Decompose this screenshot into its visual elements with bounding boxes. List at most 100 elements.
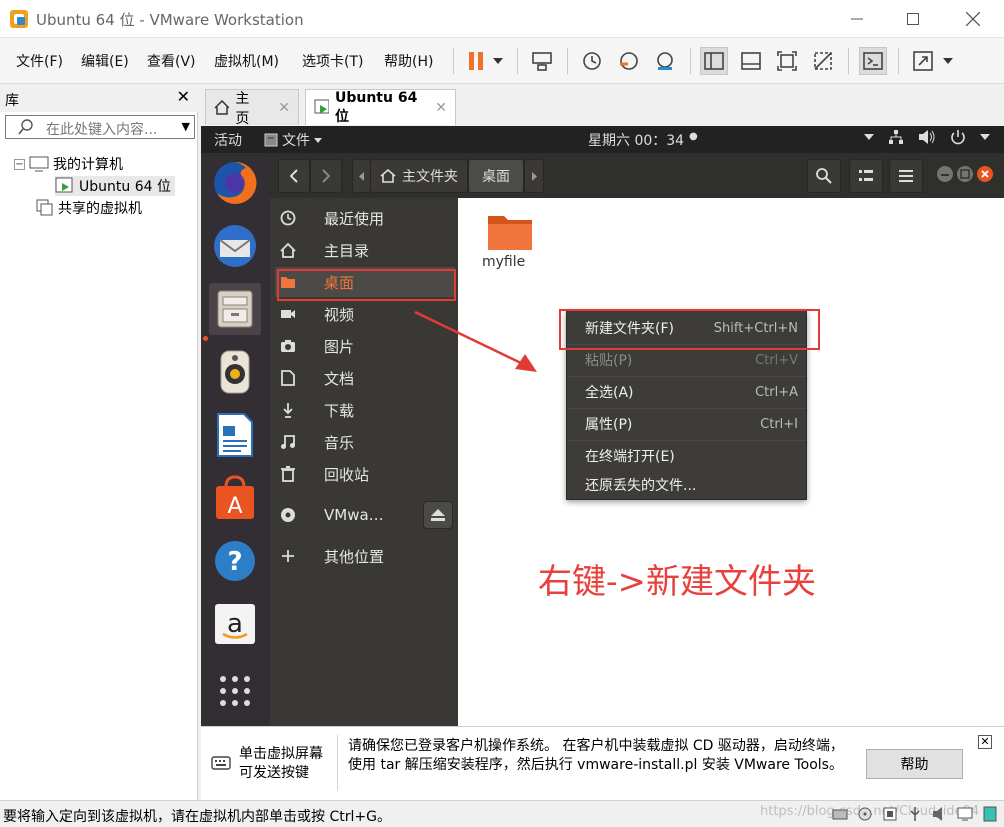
eject-button[interactable] — [423, 501, 453, 529]
message-log-icon[interactable] — [982, 806, 998, 822]
tree-item-ubuntu-vm[interactable]: Ubuntu 64 位 — [55, 176, 175, 196]
menu-view[interactable]: 查看(V) — [147, 51, 196, 71]
context-select-all[interactable]: 全选(A) Ctrl+A — [567, 377, 806, 407]
show-library-button[interactable] — [700, 47, 728, 75]
context-properties[interactable]: 属性(P) Ctrl+I — [567, 409, 806, 439]
dock-libreoffice-writer[interactable] — [209, 409, 261, 461]
minimize-icon[interactable] — [936, 165, 954, 183]
revert-snapshot-button[interactable] — [615, 47, 643, 75]
highlight-new-folder-box — [559, 309, 820, 350]
dock-files[interactable] — [209, 283, 261, 335]
unity-mode-button[interactable] — [809, 47, 837, 75]
full-screen-button[interactable] — [773, 47, 801, 75]
tree-item-shared-vms[interactable]: 共享的虚拟机 — [36, 198, 142, 218]
path-scroll-right[interactable] — [524, 159, 544, 193]
sound-icon[interactable] — [932, 806, 948, 822]
path-scroll-left[interactable] — [352, 159, 370, 193]
back-button[interactable] — [278, 159, 310, 193]
network-adapter-icon[interactable] — [882, 806, 898, 822]
dock-show-applications[interactable] — [209, 665, 261, 717]
menu-file[interactable]: 文件(F) — [16, 51, 63, 71]
library-close-icon[interactable]: ✕ — [177, 87, 190, 106]
tab-close-icon[interactable]: ✕ — [278, 100, 290, 116]
sidebar-item-music[interactable]: 音乐 — [275, 427, 455, 457]
sidebar-item-home[interactable]: 主目录 — [275, 235, 455, 265]
device-status-icons[interactable] — [832, 806, 998, 822]
library-header: 库 ✕ — [0, 84, 198, 112]
dock-firefox[interactable] — [209, 157, 261, 209]
context-open-terminal[interactable]: 在终端打开(E) — [567, 441, 806, 471]
maximize-icon[interactable] — [956, 165, 974, 183]
dock-software-center[interactable]: A — [209, 472, 261, 524]
menu-help[interactable]: 帮助(H) — [384, 51, 433, 71]
menu-edit[interactable]: 编辑(E) — [81, 51, 129, 71]
close-button[interactable] — [950, 0, 996, 38]
vm-display[interactable]: 活动 文件 星期六 00：34 ● A ? a 主文件夹 桌面 最近使用 主目录… — [201, 126, 1004, 726]
thumbnail-bar-button[interactable] — [737, 47, 765, 75]
collapse-toggle[interactable]: − — [14, 158, 25, 170]
close-icon — [966, 12, 980, 26]
chevron-down-icon — [493, 58, 503, 64]
console-view-button[interactable] — [859, 47, 887, 75]
gnome-top-bar: 活动 文件 星期六 00：34 ● — [201, 126, 1004, 153]
pause-button[interactable] — [462, 47, 490, 75]
menu-vm[interactable]: 虚拟机(M) — [214, 51, 279, 71]
stretch-guest-button[interactable] — [909, 47, 937, 75]
help-button[interactable]: 帮助 — [866, 749, 963, 779]
sidebar-item-trash[interactable]: 回收站 — [275, 459, 455, 489]
power-dropdown-button[interactable] — [488, 47, 508, 75]
search-icon — [816, 168, 832, 184]
library-layout-icon — [704, 52, 724, 70]
highlight-desktop-box — [277, 269, 456, 301]
file-manager-header: 主文件夹 桌面 — [270, 153, 1004, 198]
activities-button[interactable]: 活动 — [214, 130, 242, 150]
dock-rhythmbox[interactable] — [209, 346, 261, 398]
sidebar-item-downloads[interactable]: 下载 — [275, 395, 455, 425]
unity-mode-icon — [814, 52, 832, 70]
hard-disk-icon[interactable] — [832, 806, 848, 822]
sidebar-item-recent[interactable]: 最近使用 — [275, 203, 455, 233]
status-text: 要将输入定向到该虚拟机，请在虚拟机内部单击或按 Ctrl+G。 — [3, 809, 391, 825]
sidebar-item-other-locations[interactable]: 其他位置 — [275, 541, 455, 571]
library-search-input[interactable]: 在此处键入内容... ▼ — [5, 115, 195, 139]
close-icon[interactable] — [976, 165, 994, 183]
tab-ubuntu-vm[interactable]: Ubuntu 64 位 ✕ — [305, 89, 456, 125]
dock-thunderbird[interactable] — [209, 220, 261, 272]
tab-home[interactable]: 主页 ✕ — [205, 89, 299, 127]
tree-item-my-computer[interactable]: − 我的计算机 — [14, 154, 123, 174]
download-icon — [283, 403, 293, 418]
forward-button[interactable] — [310, 159, 342, 193]
snapshot-button[interactable] — [578, 47, 606, 75]
dock-help[interactable]: ? — [209, 535, 261, 587]
tree-label: 共享的虚拟机 — [58, 201, 142, 217]
hamburger-menu-button[interactable] — [889, 159, 923, 193]
usb-icon[interactable] — [907, 806, 923, 822]
maximize-button[interactable] — [890, 0, 936, 38]
cd-drive-icon[interactable] — [857, 806, 873, 822]
close-notification-icon[interactable]: ✕ — [978, 735, 992, 749]
menu-item-shortcut: Ctrl+I — [760, 416, 798, 432]
home-icon — [380, 169, 396, 183]
disc-icon — [281, 508, 295, 522]
minimize-button[interactable] — [834, 0, 880, 38]
clock[interactable]: 星期六 00：34 — [588, 130, 684, 150]
path-home-button[interactable]: 主文件夹 — [370, 159, 468, 193]
view-toggle-button[interactable] — [849, 159, 883, 193]
stretch-dropdown-button[interactable] — [938, 47, 958, 75]
sidebar-item-label: 回收站 — [324, 465, 370, 484]
document-icon — [281, 370, 295, 386]
context-restore-missing[interactable]: 还原丢失的文件... — [567, 470, 806, 500]
send-ctrl-alt-del-button[interactable] — [528, 47, 556, 75]
snapshot-manager-button[interactable] — [651, 47, 679, 75]
system-tray[interactable] — [864, 129, 990, 145]
search-button[interactable] — [807, 159, 841, 193]
files-app-menu[interactable]: 文件 — [264, 130, 322, 150]
chevron-down-icon[interactable]: ▼ — [182, 120, 190, 133]
tab-close-icon[interactable]: ✕ — [435, 100, 447, 116]
chevron-down-icon — [314, 137, 322, 143]
dock-amazon[interactable]: a — [209, 598, 261, 650]
display-icon[interactable] — [957, 806, 973, 822]
menu-tabs[interactable]: 选项卡(T) — [302, 51, 363, 71]
file-cabinet-icon — [264, 133, 278, 147]
path-current-button[interactable]: 桌面 — [468, 159, 524, 193]
